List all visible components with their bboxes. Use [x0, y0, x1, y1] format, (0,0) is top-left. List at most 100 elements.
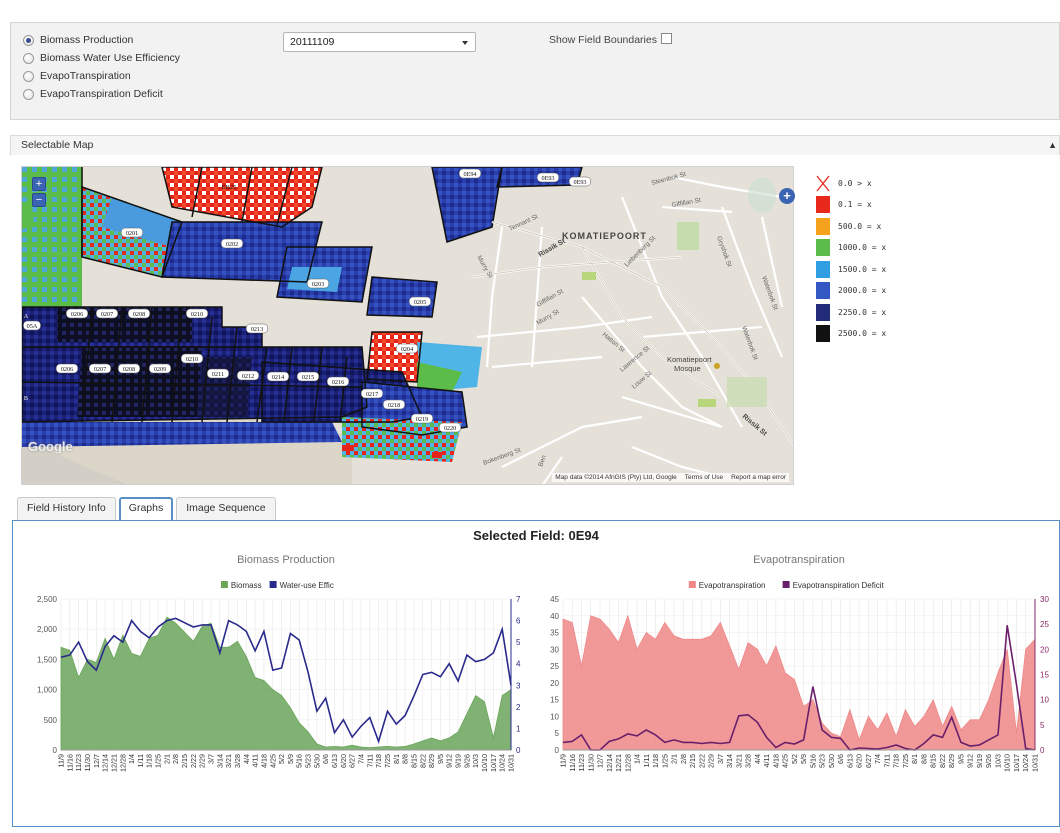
field-label-0208[interactable]: 0208 — [117, 363, 141, 374]
field-label-0e94[interactable]: 0E94 — [458, 168, 482, 179]
legend-marker — [688, 581, 696, 588]
legend-entry[interactable]: Water-use Effic — [269, 581, 334, 590]
field-label-0219[interactable]: 0219 — [410, 413, 434, 424]
field-label-0220[interactable]: 0220 — [438, 422, 462, 433]
radio-label: EvapoTranspiration — [40, 70, 131, 82]
radio-biomass-production[interactable]: Biomass Production — [23, 32, 133, 48]
field-label-b[interactable]: B — [24, 395, 28, 402]
x-tick-label: 1/11 — [642, 754, 651, 767]
field-label-text: 0215 — [302, 374, 314, 381]
field-label-0208[interactable]: 0208 — [127, 308, 151, 319]
mosque-label: Komatiepoort — [667, 355, 713, 364]
x-tick-label: 9/5 — [956, 754, 965, 764]
selectable-map-header[interactable]: Selectable Map ▲ — [10, 135, 1060, 155]
field-label-0204[interactable]: 0204 — [395, 343, 419, 354]
x-tick-label: 11/16 — [65, 754, 74, 771]
x-tick-label: 8/22 — [938, 754, 947, 768]
y-tick-right: 4 — [516, 660, 521, 669]
field-label-text: 0219 — [416, 416, 428, 423]
x-tick-label: 4/18 — [771, 754, 780, 768]
x-tick-label: 4/11 — [762, 754, 771, 767]
field-label-0218[interactable]: 0218 — [382, 399, 406, 410]
field-label-0205[interactable]: 0205 — [408, 296, 432, 307]
field-label-0206[interactable]: 0206 — [65, 308, 89, 319]
field-label-0217[interactable]: 0217 — [360, 388, 384, 399]
field-label-0207[interactable]: 0207 — [95, 308, 119, 319]
legend-label: Water-use Effic — [280, 581, 334, 590]
tab-field-history-info[interactable]: Field History Info — [17, 497, 116, 520]
x-tick-label: 3/28 — [233, 754, 242, 768]
map-canvas[interactable]: KOMATIEPOORT Komatiepoort Mosque Steenbo… — [22, 167, 794, 485]
terms-of-use-link[interactable]: Terms of Use — [685, 474, 723, 481]
show-field-boundaries[interactable]: Show Field Boundaries — [549, 33, 672, 46]
show-field-boundaries-checkbox[interactable] — [660, 33, 672, 44]
field-label-0210[interactable]: 0210 — [180, 353, 204, 364]
field-label-text: 0220 — [444, 425, 456, 432]
legend-marker — [220, 581, 228, 588]
field-label-0215[interactable]: 0215 — [296, 371, 320, 382]
y-tick-right: 15 — [1040, 671, 1049, 680]
x-tick-label: 5/30 — [827, 754, 836, 768]
field-label-0210[interactable]: 0210 — [185, 308, 209, 319]
legend-entry[interactable]: Evapotranspiration — [688, 581, 766, 590]
biomass-production-chart[interactable]: Biomass Production Biomass Water-use Effic… — [13, 545, 533, 827]
x-tick-label: 10/31 — [1031, 754, 1040, 772]
radio-button-icon[interactable] — [23, 34, 34, 46]
tab-graphs[interactable]: Graphs — [118, 497, 174, 520]
y-tick-right: 6 — [516, 617, 521, 626]
field-label-0207[interactable]: 0207 — [88, 363, 112, 374]
y-tick-right: 0 — [516, 746, 521, 755]
dropdown-caret-icon[interactable] — [462, 41, 468, 45]
legend-item: 2500.0 = x — [816, 325, 956, 343]
zoom-out-button[interactable]: − — [32, 193, 46, 207]
evapotranspiration-chart[interactable]: EvapotranspirationEvapotranspiration Evap… — [537, 545, 1059, 827]
field-label-0202[interactable]: 0202 — [220, 238, 244, 249]
graphs-panel: Selected Field: 0E94 Biomass Production B… — [12, 520, 1060, 827]
triangle-up-icon[interactable]: ▲ — [1048, 140, 1057, 150]
x-tick-label: 2/8 — [679, 754, 688, 764]
date-select[interactable]: 20111109 — [283, 32, 476, 52]
tab-image-sequence[interactable]: Image Sequence — [176, 497, 276, 520]
zoom-in-button[interactable]: + — [32, 177, 46, 191]
x-tick-label: 9/12 — [966, 754, 975, 768]
field-label-0203[interactable]: 0203 — [306, 278, 330, 289]
selectable-map[interactable]: KOMATIEPOORT Komatiepoort Mosque Steenbo… — [21, 166, 794, 485]
field-label-05a[interactable]: 05A — [23, 320, 41, 331]
field-label-0212[interactable]: 0212 — [236, 370, 260, 381]
field-label-0201[interactable]: 0201 — [120, 227, 144, 238]
x-tick-label: 6/20 — [855, 754, 864, 768]
field-label-text: 0216 — [332, 379, 344, 386]
field-label-text: 0203 — [312, 281, 324, 288]
field-label-text: 0204 — [401, 346, 413, 353]
y-tick-left: 1,000 — [37, 686, 58, 695]
add-icon[interactable]: + — [779, 188, 795, 204]
field-label-0206[interactable]: 0206 — [55, 363, 79, 374]
legend-label: 2000.0 = x — [838, 286, 887, 295]
legend-label: 2500.0 = x — [838, 329, 887, 338]
field-label-0214[interactable]: 0214 — [266, 371, 290, 382]
radio-button-icon[interactable] — [23, 70, 34, 82]
radio-evapotranspiration-deficit[interactable]: EvapoTranspiration Deficit — [23, 86, 163, 102]
legend-swatch — [816, 217, 830, 235]
field-label-0e93[interactable]: 0E93 — [536, 172, 560, 183]
series-area-0[interactable] — [60, 616, 512, 751]
legend-entry[interactable]: Biomass — [220, 581, 262, 590]
field-label-0e93[interactable]: 0E93 — [568, 176, 592, 187]
x-tick-label: 6/27 — [348, 754, 357, 768]
field-label-0213[interactable]: 0213 — [245, 323, 269, 334]
radio-label: Biomass Production — [40, 34, 134, 46]
legend-entry[interactable]: Evapotranspiration Deficit — [782, 581, 885, 590]
radio-biomass-water-use-efficiency[interactable]: Biomass Water Use Efficiency — [23, 50, 180, 66]
date-select-value: 20111109 — [290, 36, 335, 48]
radio-button-icon[interactable] — [23, 88, 34, 100]
field-label-0209[interactable]: 0209 — [148, 363, 172, 374]
x-tick-label: 8/1 — [910, 754, 919, 764]
report-map-error-link[interactable]: Report a map error — [731, 474, 786, 481]
x-tick-label: 12/28 — [623, 754, 632, 772]
radio-button-icon[interactable] — [23, 52, 34, 64]
radio-evapotranspiration[interactable]: EvapoTranspiration — [23, 68, 131, 84]
field-label-a[interactable]: A — [24, 313, 29, 320]
radio-label: Biomass Water Use Efficiency — [40, 52, 181, 64]
field-label-0216[interactable]: 0216 — [326, 376, 350, 387]
field-label-0211[interactable]: 0211 — [206, 368, 230, 379]
